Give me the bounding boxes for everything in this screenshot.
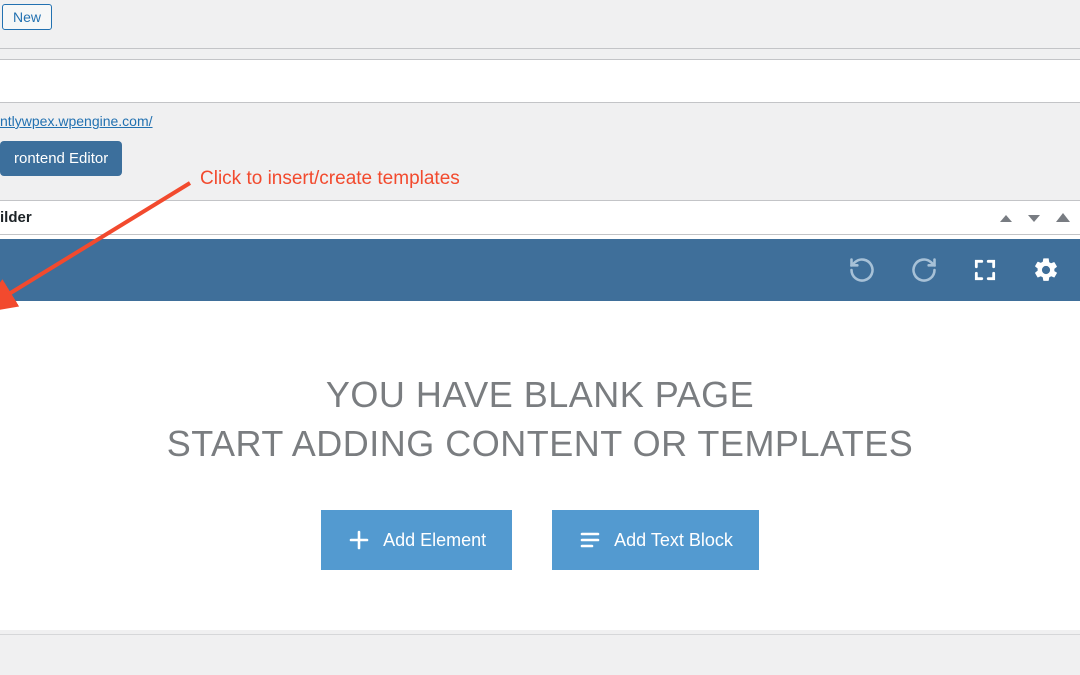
panel-toggle-icon[interactable] [1056, 209, 1070, 226]
undo-icon[interactable] [848, 256, 876, 284]
redo-icon[interactable] [910, 256, 938, 284]
footer-divider [0, 634, 1080, 635]
permalink-link[interactable]: ntlywpex.wpengine.com/ [0, 113, 153, 129]
permalink-row: ntlywpex.wpengine.com/ [0, 103, 1080, 135]
panel-header: ilder [0, 201, 1080, 235]
top-bar: New [0, 0, 1080, 48]
frontend-editor-button[interactable]: rontend Editor [0, 141, 122, 176]
builder-panel: ilder YOU HAVE BLANK PAGE START ADDING C… [0, 200, 1080, 630]
title-input[interactable] [0, 59, 1080, 103]
blank-message: YOU HAVE BLANK PAGE START ADDING CONTENT… [0, 371, 1080, 468]
text-icon [578, 528, 602, 552]
add-text-block-label: Add Text Block [614, 530, 733, 551]
annotation-text: Click to insert/create templates [200, 168, 460, 190]
panel-title: ilder [0, 209, 32, 226]
fullscreen-icon[interactable] [972, 257, 998, 283]
builder-toolbar [0, 239, 1080, 301]
blank-line-1: YOU HAVE BLANK PAGE [0, 371, 1080, 420]
panel-move-down-icon[interactable] [1028, 209, 1040, 226]
add-text-block-button[interactable]: Add Text Block [552, 510, 759, 570]
add-element-label: Add Element [383, 530, 486, 551]
panel-move-up-icon[interactable] [1000, 209, 1012, 226]
add-new-button[interactable]: New [2, 4, 52, 30]
plus-icon [347, 528, 371, 552]
add-element-button[interactable]: Add Element [321, 510, 512, 570]
divider [0, 48, 1080, 49]
blank-line-2: START ADDING CONTENT OR TEMPLATES [0, 420, 1080, 469]
gear-icon[interactable] [1032, 256, 1060, 284]
builder-canvas: YOU HAVE BLANK PAGE START ADDING CONTENT… [0, 301, 1080, 630]
